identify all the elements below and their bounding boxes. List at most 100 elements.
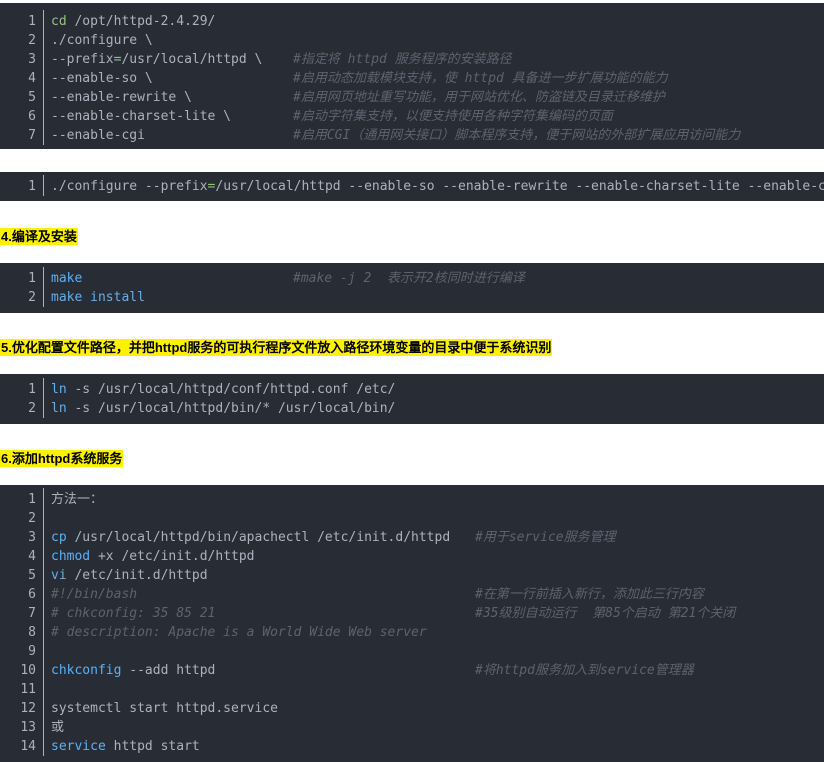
line-number: 7	[28, 128, 36, 143]
code-line: 14 service httpd start	[0, 737, 824, 756]
code-comment: #在第一行前插入新行，添加此三行内容	[475, 587, 704, 602]
code-text: make	[51, 269, 82, 288]
code-token: +x /etc/init.d/httpd	[90, 549, 255, 564]
code-token: /opt/httpd-2.4.29/	[66, 14, 216, 29]
code-text: ./configure \	[51, 31, 153, 50]
code-text: chmod +x /etc/init.d/httpd	[51, 547, 255, 566]
code-line: 1 cd /opt/httpd-2.4.29/	[0, 12, 824, 31]
code-token: /usr/local/httpd/bin/apachectl /etc/init…	[66, 530, 451, 545]
code-comment: #make -j 2 表示开2核同时进行编译	[293, 271, 525, 286]
line-number: 6	[28, 109, 36, 124]
code-comment: #将httpd服务加入到service管理器	[475, 663, 694, 678]
code-text: cd /opt/httpd-2.4.29/	[51, 12, 215, 31]
code-line: 3 --prefix=/usr/local/httpd \ #指定将 httpd 服…	[0, 50, 824, 69]
line-number: 14	[20, 739, 36, 754]
code-token: --enable-rewrite \	[51, 90, 192, 105]
line-number: 2	[28, 33, 36, 48]
code-token: make	[51, 271, 83, 286]
line-number: 8	[28, 625, 36, 640]
code-text: --enable-rewrite \	[51, 88, 192, 107]
code-line: 6 #!/bin/bash #在第一行前插入新行，添加此三行内容	[0, 585, 824, 604]
code-text: #!/bin/bash	[51, 585, 137, 604]
code-text: chkconfig --add httpd	[51, 661, 215, 680]
section-heading-add-service: 6.添加httpd系统服务	[0, 450, 124, 467]
code-line: 6 --enable-charset-lite \ #启动字符集支持，以便支持使用各…	[0, 107, 824, 126]
code-text: service httpd start	[51, 737, 200, 756]
line-number: 10	[20, 663, 36, 678]
line-number: 1	[28, 271, 36, 286]
code-line: 7 # chkconfig: 35 85 21 #35级别自动运行 第85个启动 第…	[0, 604, 824, 623]
code-line: 13 或	[0, 718, 824, 737]
code-block-symlinks: 1 ln -s /usr/local/httpd/conf/httpd.conf …	[0, 374, 824, 424]
code-text: vi /etc/init.d/httpd	[51, 566, 208, 585]
code-text: ln -s /usr/local/httpd/bin/* /usr/local/…	[51, 399, 395, 418]
code-line: 4 --enable-so \ #启用动态加载模块支持，使 httpd 具备进一步扩…	[0, 69, 824, 88]
line-number: 4	[28, 71, 36, 86]
code-comment: #启用网页地址重写功能，用于网站优化、防盗链及目录迁移维护	[293, 90, 665, 105]
section-heading-compile-install: 4.编译及安装	[0, 228, 78, 245]
line-number: 13	[20, 720, 36, 735]
code-comment: #35级别自动运行 第85个启动 第21个关闭	[475, 606, 736, 621]
code-token: systemctl start httpd.service	[51, 701, 278, 716]
line-number: 5	[28, 568, 36, 583]
code-token: 方法一：	[51, 492, 104, 507]
code-token: chkconfig	[51, 663, 122, 678]
code-line: 1 ln -s /usr/local/httpd/conf/httpd.conf …	[0, 380, 824, 399]
code-line: 5 vi /etc/init.d/httpd	[0, 566, 824, 585]
code-line: 10 chkconfig --add httpd #将httpd服务加入到servi…	[0, 661, 824, 680]
code-block-service: 1 方法一： 2 3 cp /usr/local/httpd/bin/apachectl…	[0, 485, 824, 762]
code-line: 4 chmod +x /etc/init.d/httpd	[0, 547, 824, 566]
line-number: 11	[20, 682, 36, 697]
code-token: --add httpd	[121, 663, 216, 678]
line-number: 12	[20, 701, 36, 716]
line-number: 3	[28, 52, 36, 67]
line-number: 2	[28, 511, 36, 526]
line-number: 1	[28, 382, 36, 397]
code-block-make: 1 make #make -j 2 表示开2核同时进行编译 2 make install	[0, 263, 824, 313]
code-line: 11	[0, 680, 824, 699]
code-block-configure: 1 cd /opt/httpd-2.4.29/2 ./configure \ 3 --p…	[0, 3, 824, 149]
code-text: make install	[51, 288, 145, 307]
code-line: 2 ln -s /usr/local/httpd/bin/* /usr/local…	[0, 399, 824, 418]
code-token: chmod	[51, 549, 91, 564]
code-line: 1 make #make -j 2 表示开2核同时进行编译	[0, 269, 824, 288]
code-token: make install	[51, 290, 145, 305]
section-heading-optimize-paths: 5.优化配置文件路径，并把httpd服务的可执行程序文件放入路径环境变量的目录中…	[0, 339, 553, 356]
code-token: ln	[51, 401, 67, 416]
code-line: 7 --enable-cgi #启用CGI（通用网关接口）脚本程序支持，便于网站的外…	[0, 126, 824, 145]
code-token: ./configure --prefix	[51, 179, 208, 194]
code-token: 或	[51, 720, 65, 735]
code-line: 12 systemctl start httpd.service	[0, 699, 824, 718]
code-token: cp	[51, 530, 67, 545]
code-line: 1 方法一：	[0, 490, 824, 509]
code-line: 2	[0, 509, 824, 528]
code-comment: #启用动态加载模块支持，使 httpd 具备进一步扩展功能的能力	[293, 71, 668, 86]
code-token: # chkconfig: 35 85 21	[51, 606, 216, 621]
line-number: 5	[28, 90, 36, 105]
code-token: httpd start	[105, 739, 200, 754]
line-number: 6	[28, 587, 36, 602]
code-token: # description: Apache is a World Wide We…	[51, 625, 427, 640]
code-token: --enable-so \	[51, 71, 153, 86]
code-line: 1 ./configure --prefix=/usr/local/httpd -…	[0, 177, 824, 196]
line-number: 7	[28, 606, 36, 621]
line-number: 2	[28, 401, 36, 416]
code-text: # chkconfig: 35 85 21	[51, 604, 215, 623]
code-text: ln -s /usr/local/httpd/conf/httpd.conf /…	[51, 380, 395, 399]
line-number: 9	[28, 644, 36, 659]
code-line: 3 cp /usr/local/httpd/bin/apachectl /etc/…	[0, 528, 824, 547]
code-text: systemctl start httpd.service	[51, 699, 278, 718]
code-token: --enable-charset-lite \	[51, 109, 232, 124]
line-number: 1	[28, 14, 36, 29]
code-token: --enable-cgi	[51, 128, 145, 143]
code-text: 方法一：	[51, 490, 103, 509]
code-token: service	[51, 739, 106, 754]
code-token: vi	[51, 568, 67, 583]
code-text: ./configure --prefix=/usr/local/httpd --…	[51, 177, 824, 196]
code-comment: #启动字符集支持，以便支持使用各种字符集编码的页面	[293, 109, 613, 124]
line-number: 1	[28, 492, 36, 507]
line-number: 4	[28, 549, 36, 564]
code-token: #!/bin/bash	[51, 587, 138, 602]
code-text: --enable-cgi	[51, 126, 145, 145]
line-number: 2	[28, 290, 36, 305]
